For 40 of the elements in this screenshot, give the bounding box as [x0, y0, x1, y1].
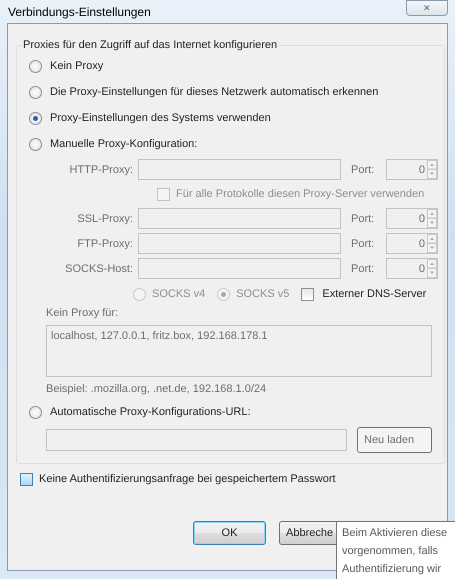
radio-label: Proxy-Einstellungen des Systems verwenden — [50, 112, 271, 124]
checkbox-label: Externer DNS-Server — [322, 288, 426, 300]
url-input-field[interactable] — [46, 429, 347, 451]
radio-label: Die Proxy-Einstellungen für dieses Netzwerk automatisch erkennen — [50, 86, 378, 98]
field-label: SOCKS-Host: — [64, 262, 134, 274]
checkbox-label: Für alle Protokolle diesen Proxy-Server verwenden — [176, 188, 424, 200]
port-label: Port: — [350, 164, 376, 176]
close-button[interactable]: ✕ — [406, 0, 448, 16]
tooltip-text: vorgenommen, falls — [342, 544, 439, 559]
input-field[interactable] — [138, 208, 341, 229]
radio-button[interactable] — [29, 86, 42, 98]
radio-label: SOCKS v4 — [152, 288, 206, 300]
checkbox[interactable] — [20, 472, 33, 486]
radio-label: SOCKS v5 — [236, 288, 290, 300]
hint-text: Beispiel: .mozilla.org, .net.de, 192.168.1.0/24 — [45, 383, 268, 395]
spinner-arrows-icon[interactable] — [427, 209, 437, 228]
window-title: Verbindungs-Einstellungen — [7, 4, 151, 18]
spinner-arrows-icon[interactable] — [427, 259, 437, 278]
port-label: Port: — [350, 238, 376, 250]
radio-label: Automatische Proxy-Konfigurations-URL: — [50, 406, 251, 418]
field-label: SSL-Proxy: — [76, 212, 134, 224]
field-label: Kein Proxy für: — [45, 307, 120, 319]
checkbox-label: Keine Authentifizierungsanfrage bei gespeichertem Passwort — [39, 473, 336, 485]
input-field[interactable] — [138, 258, 341, 279]
radio-button[interactable] — [29, 60, 42, 72]
field-label: FTP-Proxy: — [76, 238, 134, 250]
radio-label: Manuelle Proxy-Konfiguration: — [50, 138, 198, 150]
dialog-button[interactable]: OK — [193, 521, 266, 545]
spinner-arrows-icon[interactable] — [427, 160, 437, 179]
radio-label: Kein Proxy — [50, 60, 104, 72]
tooltip-text: Authentifizierung wir — [342, 562, 442, 577]
input-field[interactable] — [138, 159, 341, 180]
spinner-arrows-icon[interactable] — [427, 234, 437, 253]
radio-button[interactable] — [29, 112, 42, 124]
port-label: Port: — [350, 212, 376, 224]
field-label: HTTP-Proxy: — [68, 164, 134, 176]
port-label: Port: — [350, 262, 376, 274]
radio-button[interactable] — [29, 138, 42, 150]
group-legend: Proxies für den Zugriff auf das Internet konfigurieren — [21, 39, 280, 51]
input-field[interactable] — [138, 233, 341, 254]
